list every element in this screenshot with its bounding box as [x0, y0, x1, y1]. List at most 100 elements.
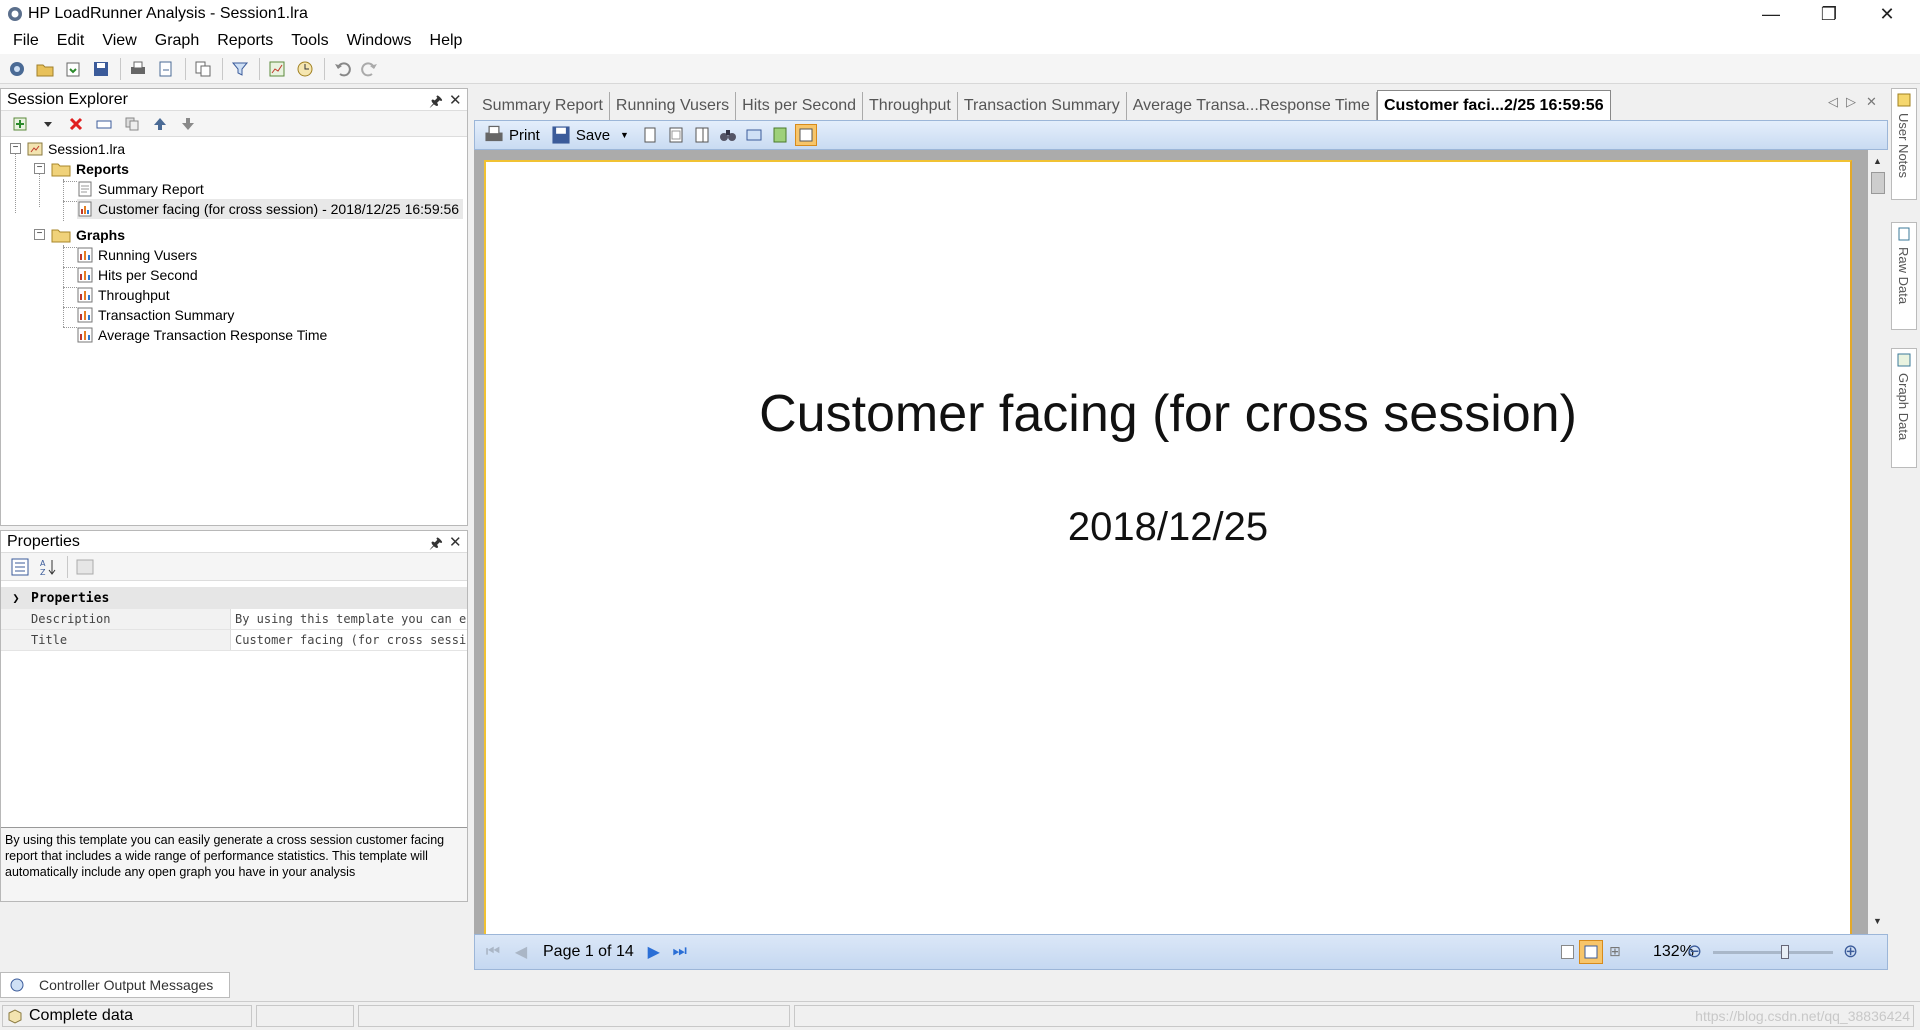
zoom-slider[interactable]: [1713, 945, 1833, 959]
property-value[interactable]: By using this template you can easily ge…: [231, 609, 467, 629]
previous-page-icon[interactable]: ◀: [511, 942, 531, 962]
save-icon[interactable]: [88, 57, 114, 81]
tree-item-graph[interactable]: Average Transaction Response Time: [77, 325, 327, 345]
last-page-icon[interactable]: ⏭: [670, 943, 690, 961]
move-down-icon[interactable]: [175, 112, 201, 136]
tree-item-reports[interactable]: Reports: [51, 159, 129, 179]
export-icon[interactable]: [153, 57, 179, 81]
tree-item-graph[interactable]: Throughput: [77, 285, 170, 305]
collapse-toggle[interactable]: −: [10, 143, 21, 154]
menu-windows[interactable]: Windows: [338, 28, 421, 54]
status-cell: [256, 1005, 354, 1027]
tree-item-graph[interactable]: Running Vusers: [77, 245, 197, 265]
new-session-icon[interactable]: [4, 57, 30, 81]
page-setup-icon[interactable]: [639, 124, 661, 146]
scroll-up-icon[interactable]: ▲: [1873, 156, 1882, 166]
collapse-toggle[interactable]: −: [34, 229, 45, 240]
tree-item-graph[interactable]: Hits per Second: [77, 265, 198, 285]
tab-transaction-summary[interactable]: Transaction Summary: [958, 92, 1127, 120]
delete-icon[interactable]: [63, 112, 89, 136]
tab-hits-per-second[interactable]: Hits per Second: [736, 92, 864, 120]
tree-item-graph[interactable]: Transaction Summary: [77, 305, 234, 325]
minimize-button[interactable]: —: [1742, 0, 1800, 28]
restore-button[interactable]: ❐: [1800, 0, 1858, 28]
collapse-chevron-icon[interactable]: ❯: [1, 591, 31, 605]
find-icon[interactable]: [717, 124, 739, 146]
bookmarks-icon[interactable]: [769, 124, 791, 146]
thumbnails-icon[interactable]: [743, 124, 765, 146]
continuous-view-icon[interactable]: [794, 124, 817, 146]
dropdown-arrow-icon[interactable]: [35, 112, 61, 136]
categorized-icon[interactable]: [7, 555, 33, 579]
session-explorer-title: Session Explorer: [7, 90, 128, 108]
page-width-icon[interactable]: [1579, 940, 1603, 964]
scroll-thumb[interactable]: [1871, 172, 1885, 194]
save-dropdown-icon[interactable]: ▼: [620, 130, 629, 140]
property-row[interactable]: Description By using this template you c…: [1, 609, 467, 630]
graph-data-tab[interactable]: Graph Data: [1891, 348, 1917, 468]
redo-icon[interactable]: [357, 57, 383, 81]
save-button[interactable]: Save ▼: [550, 124, 629, 146]
property-category[interactable]: ❯ Properties: [1, 587, 467, 609]
tree-item-summary-report[interactable]: Summary Report: [77, 179, 204, 199]
open-folder-icon[interactable]: [32, 57, 58, 81]
user-notes-tab[interactable]: User Notes: [1891, 88, 1917, 200]
properties-header: Properties 🖈 ✕: [1, 531, 467, 553]
property-pages-icon[interactable]: [72, 555, 98, 579]
multi-page-icon[interactable]: ⊞: [1609, 943, 1621, 960]
print-button[interactable]: Print: [483, 124, 540, 146]
layout-icon[interactable]: [691, 124, 713, 146]
tree-item-session[interactable]: Session1.lra: [27, 139, 125, 159]
property-row[interactable]: Title Customer facing (for cross session…: [1, 630, 467, 651]
report-viewer: Customer facing (for cross session) 2018…: [474, 150, 1888, 940]
zoom-in-icon[interactable]: ⊕: [1843, 941, 1858, 962]
import-icon[interactable]: [60, 57, 86, 81]
tab-throughput[interactable]: Throughput: [863, 92, 958, 120]
zoom-out-icon[interactable]: ⊖: [1687, 941, 1702, 962]
loadrunner-app-icon: [8, 7, 22, 21]
tab-average-transaction-response-time[interactable]: Average Transa...Response Time: [1127, 92, 1377, 120]
copy-icon[interactable]: [190, 57, 216, 81]
menu-tools[interactable]: Tools: [282, 28, 337, 54]
zoom-slider-thumb[interactable]: [1781, 945, 1789, 959]
tab-scroll-right-icon[interactable]: ▷: [1846, 94, 1856, 110]
tab-customer-facing[interactable]: Customer faci...2/25 16:59:56: [1376, 90, 1611, 120]
collapse-toggle[interactable]: −: [34, 163, 45, 174]
graph-settings-icon[interactable]: [264, 57, 290, 81]
scroll-down-icon[interactable]: ▼: [1873, 916, 1882, 926]
first-page-icon[interactable]: ⏮: [483, 943, 503, 961]
tab-scroll-left-icon[interactable]: ◁: [1828, 94, 1838, 110]
margins-icon[interactable]: [665, 124, 687, 146]
sort-alphabetical-icon[interactable]: AZ: [35, 555, 61, 579]
tree-line: [63, 245, 64, 327]
menu-file[interactable]: File: [4, 28, 48, 54]
tab-running-vusers[interactable]: Running Vusers: [610, 92, 737, 120]
duplicate-icon[interactable]: [119, 112, 145, 136]
property-value[interactable]: Customer facing (for cross session): [231, 630, 467, 650]
undo-icon[interactable]: [329, 57, 355, 81]
raw-data-tab[interactable]: Raw Data: [1891, 222, 1917, 330]
next-page-icon[interactable]: ▶: [644, 942, 664, 962]
clock-icon[interactable]: [292, 57, 318, 81]
tree-item-graphs[interactable]: Graphs: [51, 225, 125, 245]
controller-output-tab[interactable]: Controller Output Messages: [0, 972, 230, 998]
filter-icon[interactable]: [227, 57, 253, 81]
menu-graph[interactable]: Graph: [146, 28, 208, 54]
single-page-icon[interactable]: [1561, 945, 1574, 959]
menu-view[interactable]: View: [93, 28, 145, 54]
menu-edit[interactable]: Edit: [48, 28, 94, 54]
move-up-icon[interactable]: [147, 112, 173, 136]
add-report-icon[interactable]: [7, 112, 33, 136]
menu-reports[interactable]: Reports: [208, 28, 282, 54]
print-icon[interactable]: [125, 57, 151, 81]
close-pane-icon[interactable]: ✕: [449, 91, 462, 109]
tab-summary-report[interactable]: Summary Report: [476, 92, 610, 120]
tree-item-customer-facing-report[interactable]: Customer facing (for cross session) - 20…: [77, 199, 464, 219]
vertical-scrollbar[interactable]: ▲ ▼: [1868, 150, 1888, 934]
close-window-button[interactable]: ✕: [1858, 0, 1916, 28]
close-tab-icon[interactable]: ✕: [1866, 94, 1877, 110]
close-pane-icon[interactable]: ✕: [449, 533, 462, 551]
rename-icon[interactable]: [91, 112, 117, 136]
menu-help[interactable]: Help: [421, 28, 472, 54]
graph-icon: [77, 327, 93, 343]
